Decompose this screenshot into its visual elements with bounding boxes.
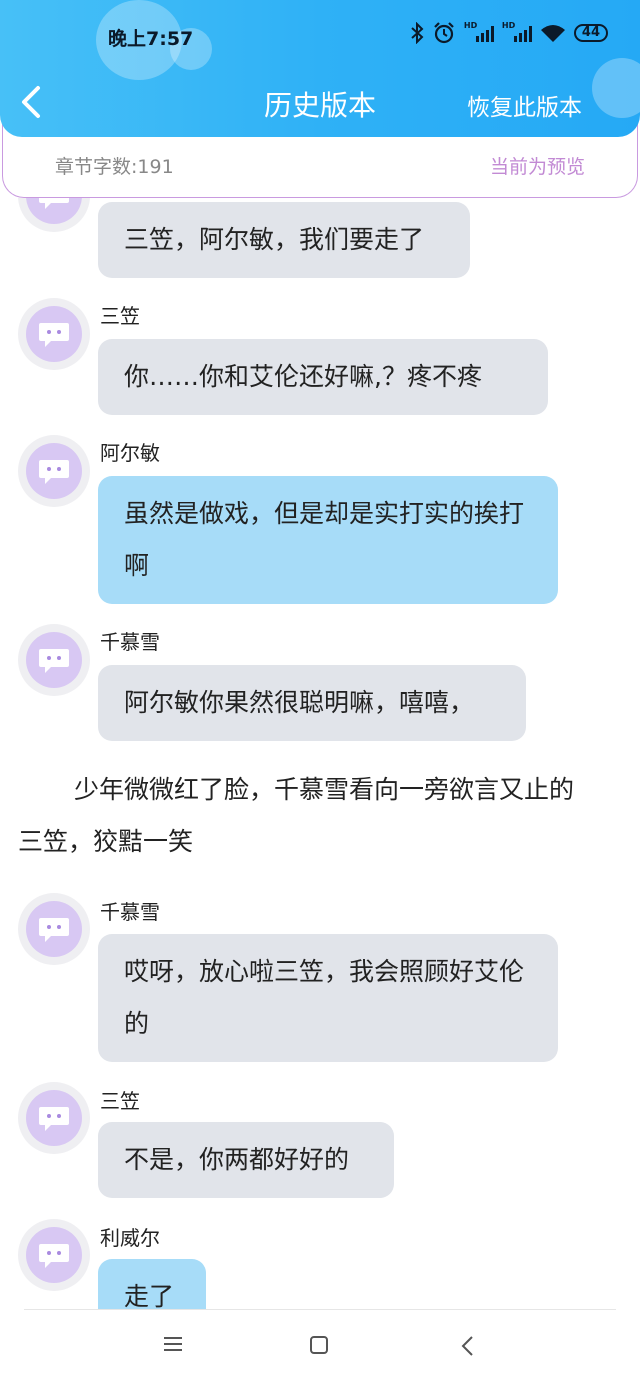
speaker-name: 利威尔 [100, 1226, 160, 1250]
home-icon [310, 1336, 328, 1354]
alarm-icon [434, 22, 454, 44]
back-icon [461, 1336, 473, 1356]
chat-bubble-icon [39, 1244, 69, 1268]
message-bubble: 你……你和艾伦还好嘛,？疼不疼 [98, 339, 548, 415]
home-button[interactable] [308, 1334, 330, 1360]
avatar-image [26, 198, 82, 224]
avatar [18, 1219, 90, 1291]
message-bubble: 哎呀，放心啦三笠，我会照顾好艾伦的 [98, 934, 558, 1062]
chat-content[interactable]: 三笠，阿尔敏，我们要走了 三笠 你……你和艾伦还好嘛,？疼不疼 阿尔敏 虽然是做… [0, 198, 640, 1310]
avatar-image [26, 306, 82, 362]
system-nav-bar [0, 1310, 640, 1387]
signal-icon: HD [463, 21, 494, 42]
message-bubble: 三笠，阿尔敏，我们要走了 [98, 202, 470, 278]
avatar [18, 198, 90, 232]
speaker-name: 千慕雪 [100, 900, 160, 924]
avatar-image [26, 1227, 82, 1283]
back-nav-button[interactable] [458, 1334, 478, 1362]
avatar [18, 1082, 90, 1154]
signal-icon-2: HD [501, 21, 532, 42]
restore-version-button[interactable]: 恢复此版本 [467, 88, 582, 122]
narration-text: 少年微微红了脸，千慕雪看向一旁欲言又止的三笠，狡黠一笑 [18, 775, 575, 856]
chat-bubble-icon [39, 918, 69, 942]
speaker-name: 三笠 [100, 1089, 140, 1113]
chat-bubble-icon [39, 323, 69, 347]
chat-bubble-icon [39, 649, 69, 673]
speaker-name: 千慕雪 [100, 630, 160, 654]
avatar-image [26, 901, 82, 957]
wifi-icon [540, 25, 565, 42]
menu-icon [164, 1337, 182, 1351]
screen: { "status_bar": { "time": "晚上7:57", "bat… [0, 0, 640, 1387]
menu-button[interactable] [162, 1334, 184, 1358]
status-icons: HD HD 44 [410, 21, 608, 44]
avatar [18, 893, 90, 965]
word-count: 章节字数:191 [55, 156, 174, 178]
avatar [18, 624, 90, 696]
avatar-image [26, 1090, 82, 1146]
avatar-image [26, 632, 82, 688]
message-bubble: 走了 [98, 1259, 206, 1310]
app-header: 晚上7:57 HD HD 44 历史版本 恢复此版本 [0, 0, 640, 137]
avatar [18, 298, 90, 370]
message-bubble: 虽然是做戏，但是却是实打实的挨打啊 [98, 476, 558, 604]
speaker-name: 阿尔敏 [100, 441, 160, 465]
chat-bubble-icon [39, 460, 69, 484]
chat-bubble-icon [39, 198, 69, 209]
avatar-image [26, 443, 82, 499]
bluetooth-icon [411, 22, 424, 44]
status-time: 晚上7:57 [108, 28, 194, 50]
chat-bubble-icon [39, 1107, 69, 1131]
hd-label: HD [463, 21, 478, 30]
message-bubble: 阿尔敏你果然很聪明嘛，嘻嘻， [98, 665, 526, 741]
hd-label: HD [501, 21, 516, 30]
battery-icon: 44 [573, 24, 608, 42]
preview-status: 当前为预览 [489, 156, 585, 178]
status-bar: 晚上7:57 HD HD 44 [0, 18, 640, 58]
avatar [18, 435, 90, 507]
message-bubble: 不是，你两都好好的 [98, 1122, 394, 1198]
speaker-name: 三笠 [100, 304, 140, 328]
